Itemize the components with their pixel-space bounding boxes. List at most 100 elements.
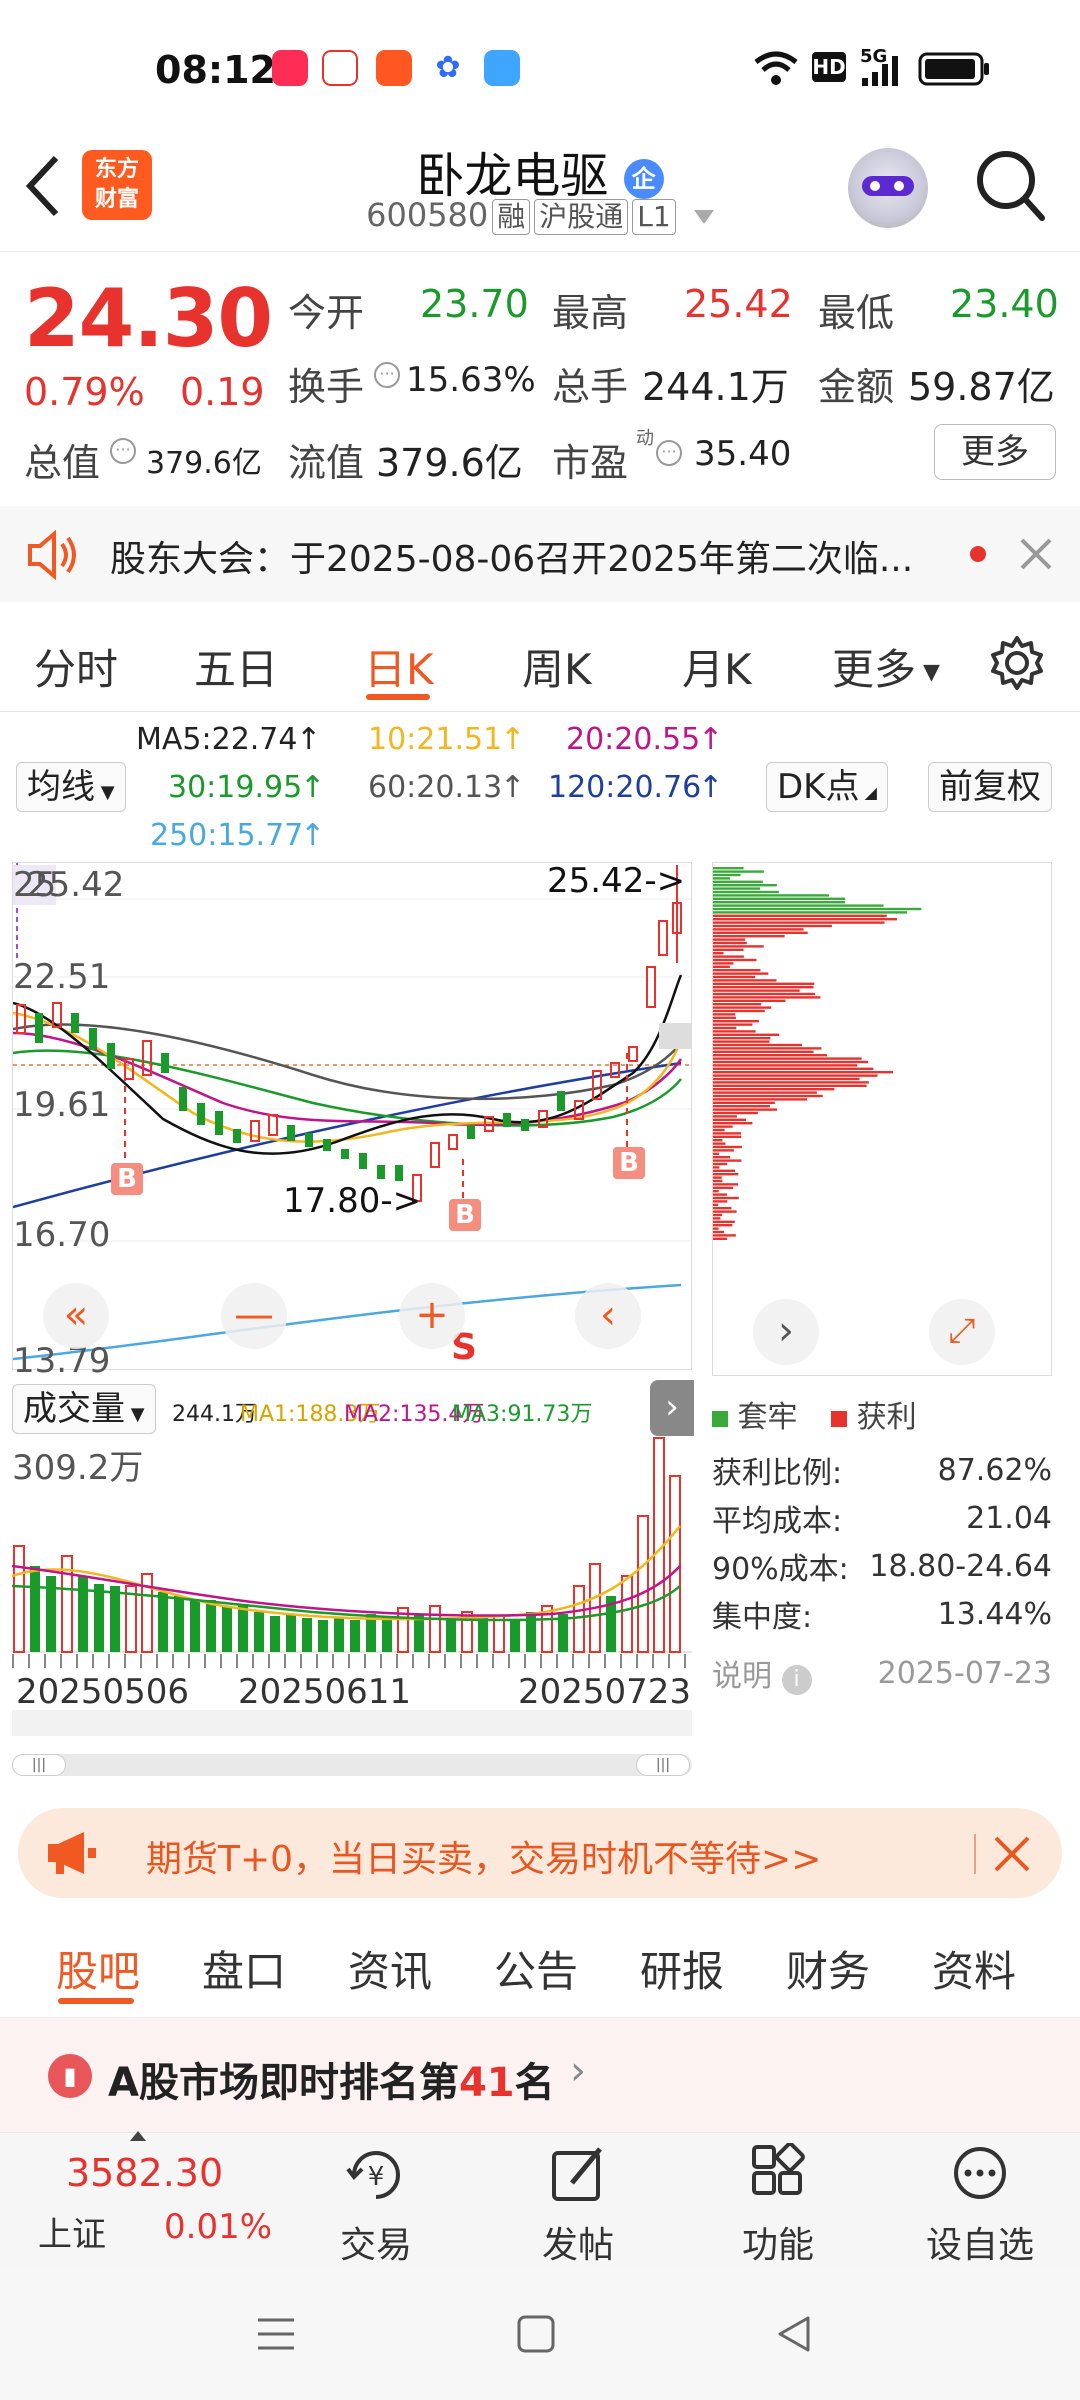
home-square-icon[interactable]: [516, 2314, 556, 2354]
expand-icon[interactable]: ⤢: [929, 1299, 995, 1365]
gear-icon[interactable]: [988, 634, 1046, 692]
rank-text: A股市场即时排名第41名: [108, 2060, 555, 2106]
functions-button[interactable]: 功能: [708, 2142, 848, 2268]
trade-button[interactable]: ¥ 交易: [306, 2143, 446, 2268]
pe-label: 市盈: [552, 441, 629, 485]
index-name[interactable]: 上证: [38, 2207, 106, 2256]
chip-bar: [713, 945, 764, 948]
chip-bar: [713, 1016, 736, 1019]
scroll-left-icon[interactable]: ‹: [575, 1283, 641, 1349]
caret-down-icon[interactable]: [693, 210, 714, 224]
tab-guba[interactable]: 股吧: [56, 1938, 140, 1999]
expand-panel-arrow-icon[interactable]: ›: [650, 1380, 694, 1436]
market-rank-bar[interactable]: ▮ A股市场即时排名第41名 ›: [0, 2018, 1080, 2132]
chip-bar: [713, 1193, 727, 1196]
chip-bar: [713, 921, 885, 924]
chip-bar: [713, 880, 763, 883]
kline-chart[interactable]: 25 25.42 22.51 19.61 16.70 13.79 25.42->…: [12, 861, 692, 1381]
chip-bar: [713, 938, 746, 941]
tab-news[interactable]: 资讯: [348, 1938, 432, 1999]
chip-bar: [713, 914, 887, 917]
scroll-right-icon[interactable]: ›: [753, 1299, 819, 1365]
chip-bar: [713, 962, 734, 965]
date-label: 20250611: [238, 1672, 412, 1712]
chip-bar: [713, 1047, 822, 1050]
volume-indicator-selector[interactable]: 成交量 ▼: [12, 1384, 156, 1434]
status-bar: 08:12 ✿ HD 5G: [0, 0, 1080, 140]
pe-dynamic-mark: 动: [636, 428, 654, 449]
ma250-arrow-up-icon: ↑: [300, 818, 326, 853]
chip-bar: [713, 1149, 734, 1152]
close-icon[interactable]: [992, 1834, 1032, 1874]
chip-bar: [713, 1013, 736, 1016]
chip-bar: [713, 1183, 739, 1186]
tab-announcements[interactable]: 公告: [494, 1938, 578, 1999]
scroll-left-fast-icon[interactable]: «: [43, 1283, 109, 1349]
timeline-scrollbar[interactable]: ||| |||: [12, 1754, 692, 1776]
chip-bar: [713, 907, 922, 911]
add-watchlist-button[interactable]: 设自选: [910, 2143, 1050, 2268]
scroll-handle-right[interactable]: |||: [636, 1754, 690, 1776]
ma-selector[interactable]: 均线 ▼: [16, 762, 126, 812]
tab-daily-k[interactable]: 日K: [364, 636, 434, 697]
info-dots-icon[interactable]: ···: [110, 438, 136, 464]
bottom-action-dock: 3582.30 上证 0.01% ¥ 交易 发帖 功能 设自选: [0, 2131, 1080, 2268]
tab-finance[interactable]: 财务: [786, 1938, 870, 1999]
scroll-handle-left[interactable]: |||: [12, 1754, 66, 1776]
chip-bar: [713, 1169, 736, 1172]
tab-monthly-k[interactable]: 月K: [682, 636, 752, 697]
zoom-out-icon[interactable]: —: [221, 1283, 287, 1349]
chip-bar: [713, 1210, 737, 1213]
triangle-down-icon: ▼: [916, 660, 940, 685]
tab-intraday[interactable]: 分时: [34, 636, 118, 697]
price-change: 0.19: [180, 370, 265, 414]
tab-five-day[interactable]: 五日: [194, 636, 278, 697]
chip-bar: [713, 965, 730, 968]
back-triangle-icon[interactable]: [774, 2314, 814, 2354]
chip-bars-svg: [713, 867, 922, 1240]
volume-label: 总手: [552, 365, 629, 409]
music-app-icon: [272, 50, 308, 86]
info-dots-icon[interactable]: ···: [374, 362, 400, 388]
post-button[interactable]: 发帖: [508, 2143, 648, 2268]
chip-legend: 套牢 获利: [712, 1392, 917, 1436]
triangle-down-icon: ▼: [95, 782, 115, 803]
ma120-value: 120:20.76: [548, 770, 702, 805]
ma120-arrow-up-icon: ↑: [698, 770, 724, 805]
chip-bar: [713, 1220, 735, 1223]
more-quote-button[interactable]: 更多: [934, 424, 1056, 480]
menu-icon[interactable]: [256, 2316, 296, 2352]
close-icon[interactable]: [1018, 536, 1054, 572]
robot-avatar[interactable]: [848, 148, 928, 228]
chip-stat-row: 90%成本: 18.80-24.64: [712, 1548, 1052, 1588]
chip-bar: [713, 986, 814, 989]
triangle-down-icon: ▼: [125, 1404, 145, 1425]
tab-profile[interactable]: 资料: [932, 1938, 1016, 1999]
chip-bar: [713, 1173, 739, 1176]
tab-order-book[interactable]: 盘口: [202, 1938, 286, 1999]
notice-bar[interactable]: 股东大会：于2025-08-06召开2025年第二次临...: [0, 506, 1080, 602]
info-dots-icon[interactable]: ···: [656, 440, 682, 466]
chip-bar: [713, 996, 821, 999]
zoom-in-icon[interactable]: +: [399, 1283, 465, 1349]
chip-distribution[interactable]: › ⤢: [712, 862, 1052, 1376]
adjust-price-button[interactable]: 前复权: [928, 762, 1052, 812]
tab-weekly-k[interactable]: 周K: [522, 636, 592, 697]
tab-research[interactable]: 研报: [640, 1938, 724, 1999]
index-value[interactable]: 3582.30: [66, 2151, 223, 2195]
tab-more[interactable]: 更多 ▼: [832, 636, 940, 697]
grid-apps-icon: [752, 2142, 805, 2195]
active-tab-indicator: [58, 1998, 134, 2004]
index-change[interactable]: 0.01%: [164, 2207, 272, 2247]
search-icon[interactable]: [974, 148, 1046, 224]
volume-chart[interactable]: 309.2万: [11, 1436, 692, 1654]
kline-period-tabs: 分时 五日 日K 周K 月K 更多 ▼: [0, 612, 1080, 712]
buy-signal-badge[interactable]: B: [449, 1199, 481, 1231]
chip-note-row[interactable]: 说明 i 2025-07-23: [712, 1638, 1052, 1708]
futures-ad-banner[interactable]: 期货T+0，当日买卖，交易时机不等待>>: [18, 1808, 1062, 1898]
buy-signal-badge[interactable]: B: [613, 1147, 645, 1179]
buy-signal-badge[interactable]: B: [111, 1163, 143, 1195]
chip-bar: [713, 1122, 753, 1125]
chip-bar: [713, 1145, 742, 1149]
dk-point-button[interactable]: DK点 ◢: [766, 762, 888, 812]
